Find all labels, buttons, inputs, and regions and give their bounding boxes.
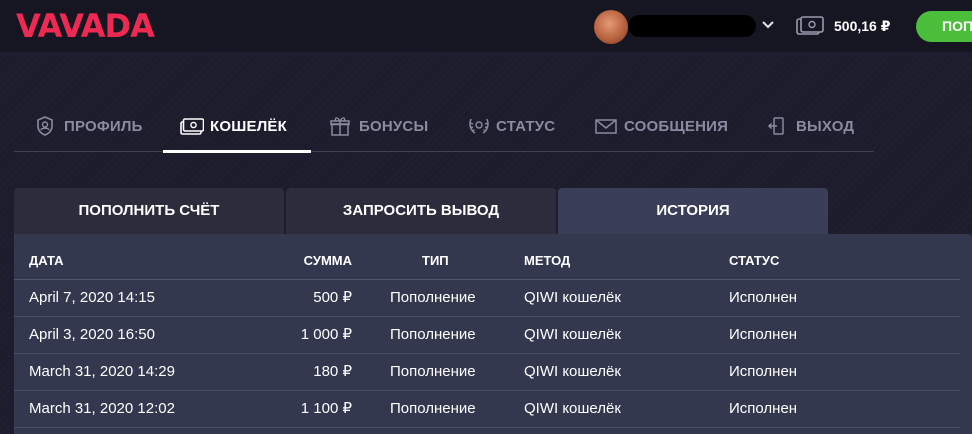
row-amount: 500 ₽ [313, 289, 352, 306]
nav-label-profile: ПРОФИЛЬ [64, 117, 143, 135]
nav-divider [14, 151, 874, 152]
row-status: Исполнен [729, 326, 798, 343]
gift-icon [329, 115, 351, 137]
row-date: March 31, 2020 14:29 [29, 363, 175, 380]
row-type: Пополнение [390, 326, 476, 343]
row-amount: 1 000 ₽ [300, 326, 352, 343]
row-status: Исполнен [729, 400, 798, 417]
tab-deposit[interactable]: ПОПОЛНИТЬ СЧЁТ [14, 188, 284, 234]
row-date: April 3, 2020 16:50 [29, 326, 155, 343]
nav-item-wallet[interactable]: КОШЕЛЁК [180, 100, 287, 152]
row-method: QIWI кошелёк [524, 326, 621, 343]
table-row: March 31, 2020 12:02 1 100 ₽ Пополнение … [14, 391, 960, 428]
row-method: QIWI кошелёк [524, 289, 621, 306]
wallet-icon [180, 115, 205, 137]
table-row: March 31, 2020 14:29 180 ₽ Пополнение QI… [14, 354, 960, 391]
balance-amount: 500,16 ₽ [834, 18, 891, 34]
envelope-icon [594, 115, 617, 137]
nav-label-logout: ВЫХОД [796, 117, 855, 135]
account-nav: ПРОФИЛЬ КОШЕЛЁК БОНУСЫ СТАТУС СООБЩЕНИЯ … [14, 100, 874, 153]
row-type: Пополнение [390, 400, 476, 417]
tab-withdraw[interactable]: ЗАПРОСИТЬ ВЫВОД [286, 188, 556, 234]
top-header: VAVADA 500,16 ₽ ПОП [0, 0, 972, 52]
row-amount: 1 100 ₽ [300, 400, 352, 417]
tab-history[interactable]: ИСТОРИЯ [558, 188, 828, 236]
table-row: April 7, 2020 14:15 500 ₽ Пополнение QIW… [14, 280, 960, 317]
nav-label-wallet: КОШЕЛЁК [210, 117, 288, 135]
logout-icon [766, 115, 788, 137]
row-status: Исполнен [729, 289, 798, 306]
row-method: QIWI кошелёк [524, 400, 621, 417]
row-method: QIWI кошелёк [524, 363, 621, 380]
row-type: Пополнение [390, 363, 476, 380]
table-row: April 3, 2020 16:50 1 000 ₽ Пополнение Q… [14, 317, 960, 354]
nav-item-status[interactable]: СТАТУС [466, 100, 555, 152]
username-redacted[interactable] [628, 15, 756, 37]
nav-item-messages[interactable]: СООБЩЕНИЯ [594, 100, 728, 152]
nav-label-messages: СООБЩЕНИЯ [624, 117, 729, 135]
shield-user-icon [34, 115, 56, 137]
row-amount: 180 ₽ [313, 363, 352, 380]
avatar[interactable] [594, 10, 628, 44]
nav-label-bonuses: БОНУСЫ [359, 117, 429, 135]
nav-item-bonuses[interactable]: БОНУСЫ [329, 100, 428, 152]
nav-label-status: СТАТУС [496, 117, 556, 135]
nav-item-logout[interactable]: ВЫХОД [766, 100, 854, 152]
deposit-button[interactable]: ПОП [916, 11, 972, 42]
chevron-down-icon[interactable] [760, 14, 776, 36]
row-type: Пополнение [390, 289, 476, 306]
vavada-logo[interactable]: VAVADA [16, 9, 155, 43]
row-status: Исполнен [729, 363, 798, 380]
nav-item-profile[interactable]: ПРОФИЛЬ [34, 100, 143, 152]
active-tab-indicator [163, 150, 311, 153]
laurel-icon [466, 115, 489, 137]
row-date: March 31, 2020 12:02 [29, 400, 175, 417]
balance-wallet-icon [796, 16, 824, 36]
table-header: ДАТА СУММА ТИП МЕТОД СТАТУС [14, 234, 960, 280]
row-date: April 7, 2020 14:15 [29, 289, 155, 306]
